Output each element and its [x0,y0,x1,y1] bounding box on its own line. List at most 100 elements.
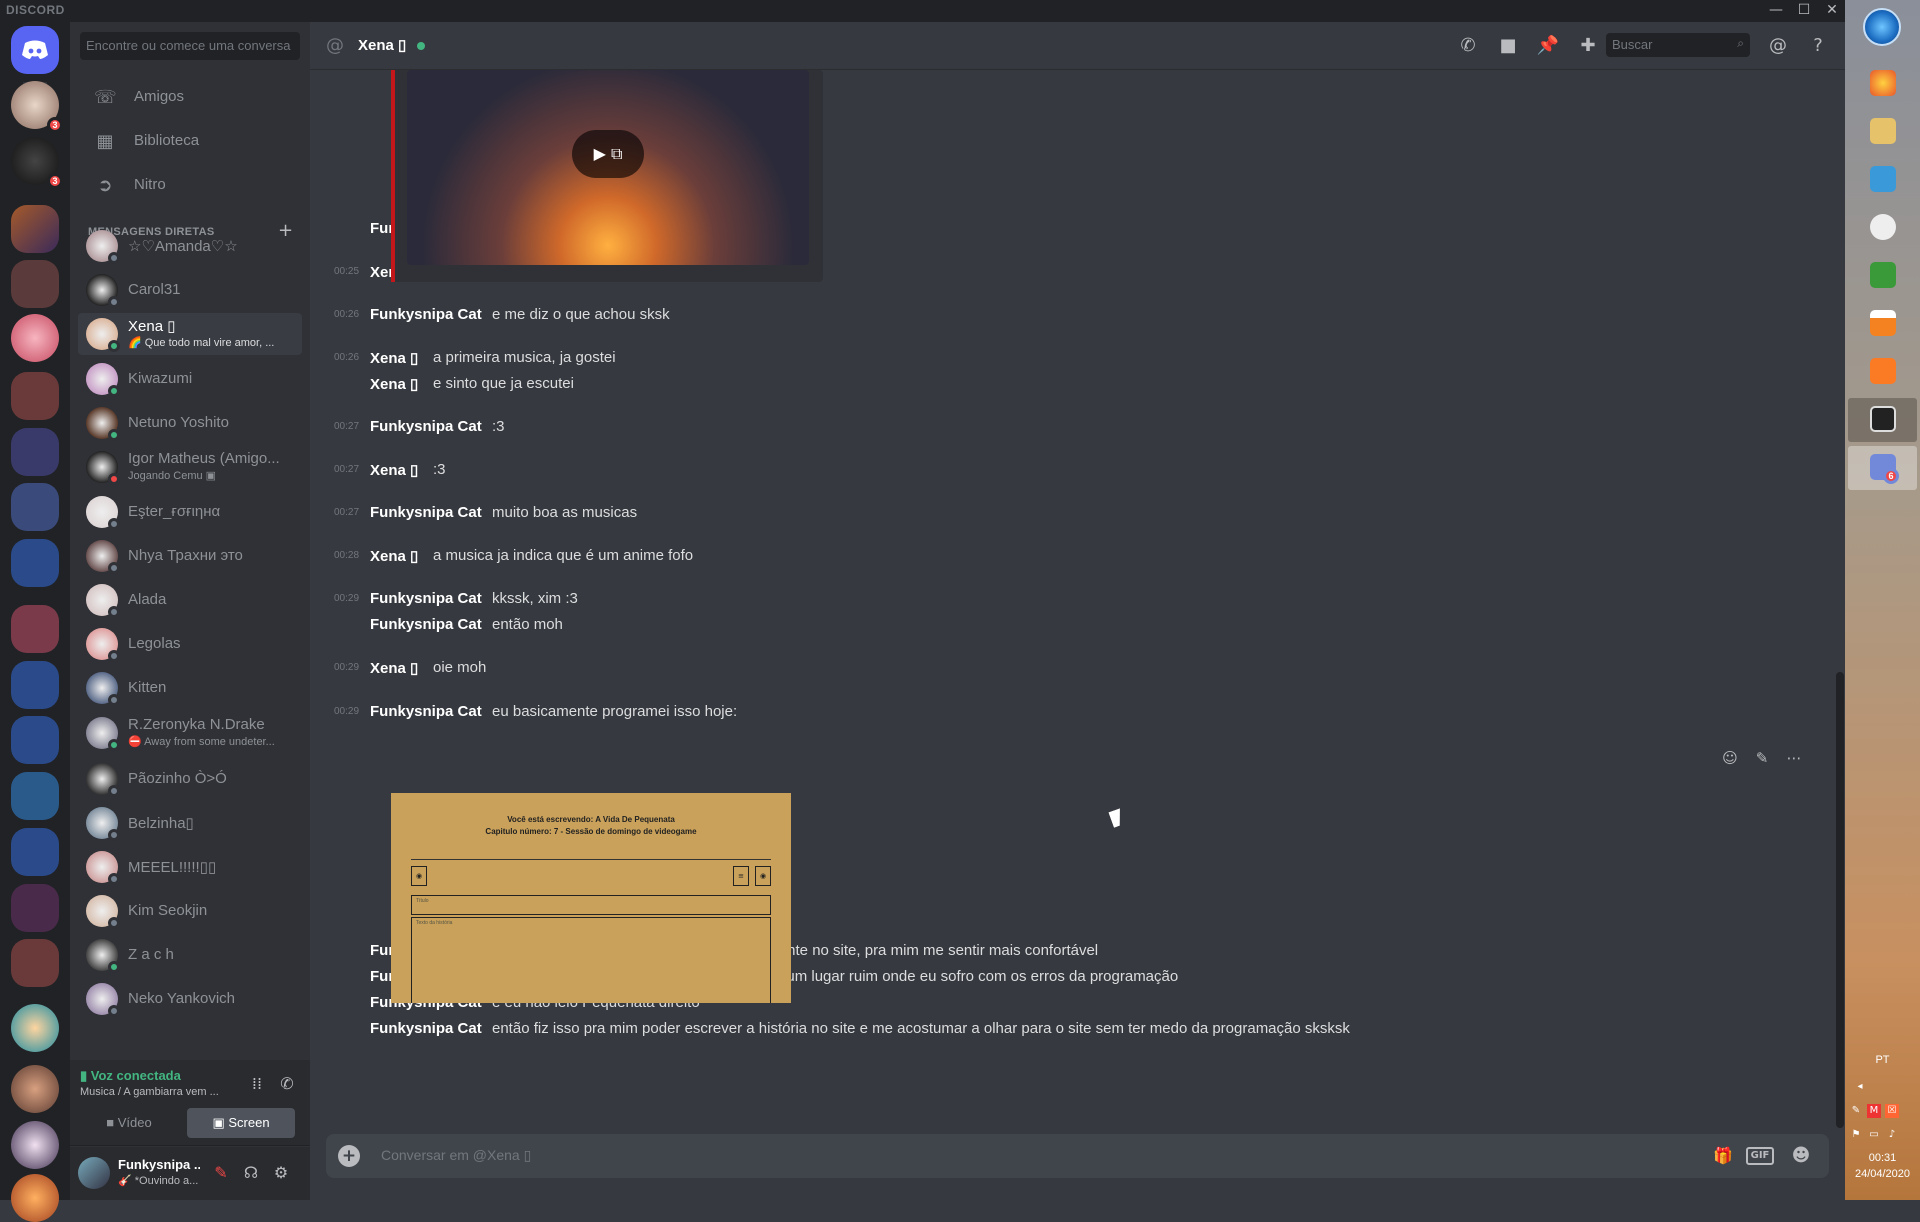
nav-nitro[interactable]: ➲ Nitro [78,165,302,207]
message-author[interactable]: Funkysnipa Cat [370,590,482,607]
message[interactable]: 00:26 Xena ▯ a primeira musica, ja gostei [310,347,1810,369]
mentions-icon[interactable]: @ [1766,34,1790,58]
tray-network-icon[interactable]: ▭ [1867,1128,1881,1142]
minimize-button[interactable]: — [1762,0,1790,22]
message[interactable]: 00:29 Funkysnipa Cat eu basicamente progra… [310,701,1810,723]
message-author[interactable]: Xena ▯ [370,349,418,367]
server-icon[interactable] [11,1065,59,1113]
server-folder[interactable] [11,661,59,709]
taskbar-app[interactable] [1848,350,1917,394]
server-folder[interactable] [11,605,59,653]
tray-expand-icon[interactable]: ◂ [1853,1080,1867,1094]
message[interactable]: Xena ▯ e sinto que ja escutei [310,373,1810,395]
settings-gear-icon[interactable]: ⚙ [270,1162,292,1184]
dm-item[interactable]: Z a c h [78,934,302,976]
language-indicator[interactable]: PT [1845,1054,1920,1066]
server-icon[interactable]: 3 [11,81,63,133]
message-composer[interactable]: + Conversar em @Xena ▯ 🎁 GIF ☻ [326,1134,1829,1178]
message[interactable]: 00:27 Funkysnipa Cat:3 [310,416,1810,438]
dm-item[interactable]: Kitten [78,667,302,709]
taskbar-discord[interactable]: 6 [1848,446,1917,490]
voice-channel-name[interactable]: Musica / A gambiarra vem ... [80,1086,230,1098]
dm-item[interactable]: Legolas [78,623,302,665]
tray-mail-icon[interactable]: M [1867,1104,1881,1118]
emoji-icon[interactable]: ☻ [1788,1144,1814,1168]
message-author[interactable]: Funkysnipa Cat [370,306,482,323]
dm-item[interactable]: ☆♡Amanda♡☆ [78,225,302,267]
server-folder[interactable] [11,884,59,932]
headphones-icon[interactable]: ☊ [240,1162,262,1184]
mute-mic-icon[interactable]: ✎ [210,1162,232,1184]
server-folder[interactable] [11,716,59,764]
clock-time[interactable]: 00:31 [1845,1152,1920,1164]
message-author[interactable]: Xena ▯ [370,461,418,479]
noise-suppression-icon[interactable]: ⁞⁞ [246,1073,268,1095]
dm-item[interactable]: Kim Seokjin [78,890,302,932]
taskbar-app[interactable] [1848,158,1917,202]
header-search-input[interactable]: Buscar ⌕ [1606,33,1750,57]
server-folder[interactable] [11,483,59,531]
server-folder[interactable] [11,539,59,587]
server-icon[interactable] [11,1004,59,1052]
taskbar-app[interactable] [1848,110,1917,154]
message-author[interactable]: Funkysnipa Cat [370,418,482,435]
message-author[interactable]: Xena ▯ [370,375,418,393]
server-folder[interactable] [11,428,59,476]
nav-library[interactable]: ▦ Biblioteca [78,121,302,163]
disconnect-call-icon[interactable]: ✆ [276,1073,298,1095]
taskbar-app[interactable] [1848,206,1917,250]
gif-button[interactable]: GIF [1746,1147,1774,1165]
message-author[interactable]: Funkysnipa Cat [370,703,482,720]
message-author[interactable]: Xena ▯ [370,547,418,565]
message-author[interactable]: Funkysnipa Cat [370,616,482,633]
image-attachment[interactable]: Você está escrevendo: A Vida De Pequenat… [391,793,791,1003]
screen-share-button[interactable]: ▣ Screen [187,1108,295,1138]
dm-item[interactable]: Xena ▯ 🌈 Que todo mal vire amor, ... [78,313,302,355]
server-folder[interactable] [11,939,59,987]
start-button-icon[interactable] [1863,8,1901,46]
message[interactable]: Funkysnipa Cat então fiz isso pra mim pod… [310,1018,1810,1040]
dm-item[interactable]: Belzinha▯ [78,802,302,844]
dm-item[interactable]: R.Zeronyka N.Drake ⛔ Away from some undet… [78,712,302,754]
nav-friends[interactable]: ☏ Amigos [78,77,302,119]
video-button[interactable]: ■ Vídeo [78,1108,180,1138]
clock-date[interactable]: 24/04/2020 [1845,1168,1920,1180]
server-icon[interactable] [11,1121,59,1169]
more-options-icon[interactable]: ⋯ [1782,746,1806,770]
taskbar-app[interactable] [1848,302,1917,346]
video-embed[interactable]: ▶ ⧉ [391,70,823,282]
server-folder[interactable] [11,772,59,820]
maximize-button[interactable]: ☐ [1790,0,1818,22]
message[interactable]: 00:26 Funkysnipa Cat e me diz o que achou … [310,304,1810,326]
pin-icon[interactable]: 📌 [1536,34,1560,58]
home-button[interactable] [11,26,59,74]
edit-pencil-icon[interactable]: ✎ [1750,746,1774,770]
gift-icon[interactable]: 🎁 [1710,1144,1736,1168]
dm-item[interactable]: Netuno Yoshito [78,402,302,444]
tray-flag-icon[interactable]: ⚑ [1849,1128,1863,1142]
message-author[interactable]: Funkysnipa Cat [370,504,482,521]
dm-item[interactable]: Nhya Трахни это [78,535,302,577]
server-folder[interactable] [11,372,59,420]
server-icon[interactable] [11,205,59,253]
dm-item[interactable]: Eşter_ғσғιηнα [78,491,302,533]
dm-item[interactable]: Carol31 [78,269,302,311]
add-friend-icon[interactable]: ✚ [1576,34,1600,58]
dm-item[interactable]: Kiwazumi [78,358,302,400]
close-button[interactable]: ✕ [1818,0,1846,22]
dm-item[interactable]: Pãozinho Ò>Ó [78,758,302,800]
message[interactable]: 00:27 Xena ▯:3 [310,459,1810,481]
dm-search-input[interactable]: Encontre ou comece uma conversa [80,32,300,60]
server-icon[interactable] [11,1174,59,1222]
message[interactable]: 00:29 Xena ▯ oie moh [310,657,1810,679]
message[interactable]: 00:29 Funkysnipa Cat kkssk, xim :3 [310,588,1810,610]
message-author[interactable]: Xena ▯ [370,659,418,677]
server-folder[interactable] [11,260,59,308]
message-author[interactable]: Funkysnipa Cat [370,1020,482,1037]
tray-volume-icon[interactable]: ♪ [1885,1128,1899,1142]
voice-call-icon[interactable]: ✆ [1456,34,1480,58]
message[interactable]: 00:28 Xena ▯ a musica ja indica que é um a… [310,545,1810,567]
dm-item[interactable]: Alada [78,579,302,621]
tray-xampp-icon[interactable]: ☒ [1885,1104,1899,1118]
user-avatar[interactable] [78,1157,110,1189]
